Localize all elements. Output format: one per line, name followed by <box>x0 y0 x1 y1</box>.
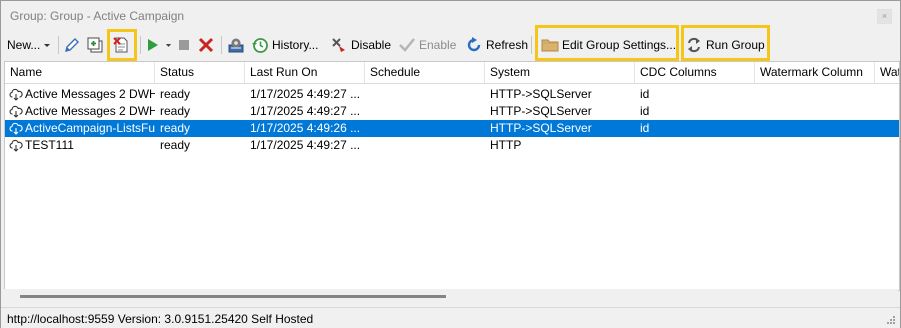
run-group-arrows-icon <box>688 37 700 53</box>
server-settings-icon <box>228 38 244 53</box>
configure-button[interactable] <box>227 31 245 59</box>
column-header-name[interactable]: Name <box>5 62 155 83</box>
cell-cdc-columns <box>640 137 755 154</box>
cell-name: Active Messages 2 DWH <box>25 87 155 101</box>
stop-button[interactable] <box>175 31 193 59</box>
resize-grip-icon[interactable] <box>886 315 896 325</box>
delete-document-button[interactable] <box>112 31 130 59</box>
cell-system: HTTP->SQLServer <box>490 121 592 135</box>
refresh-icon <box>467 37 481 52</box>
cell-status: ready <box>160 87 191 101</box>
toolbar-separator <box>221 36 222 54</box>
edit-group-settings-label: Edit Group Settings... <box>562 38 677 52</box>
packages-grid[interactable]: Name Status Last Run On Schedule System … <box>4 61 900 291</box>
run-button[interactable] <box>144 31 172 59</box>
cell-system: HTTP->SQLServer <box>490 104 592 118</box>
cell-schedule <box>370 86 485 103</box>
cell-cdc-columns: id <box>640 104 650 118</box>
edit-button[interactable] <box>63 31 81 59</box>
table-row[interactable]: ActiveCampaign-ListsFull ready 1/17/2025 4… <box>5 120 899 137</box>
window-title: Group: Group - Active Campaign <box>10 9 185 23</box>
table-row[interactable]: Active Messages 2 DWH ready 1/17/2025 4:49… <box>5 86 899 103</box>
folder-icon <box>541 39 559 52</box>
disable-icon <box>332 38 345 52</box>
history-label: History... <box>272 38 319 52</box>
column-header-wat[interactable]: Wat <box>875 62 899 83</box>
grid-header: Name Status Last Run On Schedule System … <box>5 62 899 84</box>
delete-document-icon <box>113 37 128 53</box>
column-header-last-run-on[interactable]: Last Run On <box>245 62 365 83</box>
horizontal-scrollbar[interactable] <box>4 289 898 303</box>
toolbar-separator <box>140 36 141 54</box>
history-clock-icon <box>252 38 268 53</box>
close-button[interactable]: × <box>877 9 892 24</box>
new-label: New... <box>7 38 41 52</box>
cell-name: Active Messages 2 DWH2 <box>25 104 155 118</box>
table-row[interactable]: Active Messages 2 DWH2 ready 1/17/2025 4:4… <box>5 103 899 120</box>
enable-check-icon <box>399 38 415 52</box>
cell-cdc-columns: id <box>640 87 650 101</box>
column-header-cdc-columns[interactable]: CDC Columns <box>635 62 755 83</box>
pencil-icon <box>65 38 79 52</box>
enable-button[interactable]: Enable <box>398 31 456 59</box>
cell-last-run-on: 1/17/2025 4:49:26 ... <box>250 121 361 135</box>
cell-name: ActiveCampaign-ListsFull <box>25 121 155 135</box>
run-group-button[interactable]: Run Group <box>685 31 765 59</box>
status-bar: http://localhost:9559 Version: 3.0.9151.… <box>1 307 900 328</box>
toolbar-separator <box>58 36 59 54</box>
column-header-system[interactable]: System <box>485 62 635 83</box>
scrollbar-thumb[interactable] <box>20 295 446 298</box>
cell-schedule <box>370 120 485 137</box>
refresh-button[interactable]: Refresh <box>465 31 528 59</box>
run-dropdown-arrow-icon[interactable] <box>165 41 172 49</box>
cell-last-run-on: 1/17/2025 4:49:27 ... <box>250 87 361 101</box>
disable-button[interactable]: Disable <box>330 31 391 59</box>
column-header-schedule[interactable]: Schedule <box>365 62 485 83</box>
red-x-icon <box>198 37 214 53</box>
cell-status: ready <box>160 138 191 152</box>
add-copy-icon <box>87 37 103 53</box>
toolbar-separator <box>531 36 532 54</box>
play-icon <box>148 39 158 51</box>
column-header-status[interactable]: Status <box>155 62 245 83</box>
cell-status: ready <box>160 121 191 135</box>
status-text: http://localhost:9559 Version: 3.0.9151.… <box>7 312 314 326</box>
cancel-button[interactable] <box>197 31 215 59</box>
dropdown-arrow-icon <box>44 44 51 47</box>
cell-status: ready <box>160 104 191 118</box>
refresh-label: Refresh <box>486 38 529 52</box>
cell-schedule <box>370 103 485 120</box>
cell-last-run-on: 1/17/2025 4:49:27 ... <box>250 138 361 152</box>
add-copy-button[interactable] <box>86 31 104 59</box>
cell-cdc-columns: id <box>640 121 650 135</box>
new-button[interactable]: New... <box>7 31 51 59</box>
cell-system: HTTP <box>490 138 522 152</box>
cell-system: HTTP->SQLServer <box>490 87 592 101</box>
stop-icon <box>179 40 189 50</box>
history-button[interactable]: History... <box>251 31 318 59</box>
cell-name: TEST111 <box>25 138 74 152</box>
cell-schedule <box>370 137 485 154</box>
disable-label: Disable <box>351 38 392 52</box>
enable-label: Enable <box>419 38 457 52</box>
table-row[interactable]: TEST111 ready 1/17/2025 4:49:27 ... HTTP <box>5 137 899 154</box>
column-header-watermark-column[interactable]: Watermark Column <box>755 62 875 83</box>
edit-group-settings-button[interactable]: Edit Group Settings... <box>541 31 676 59</box>
cell-last-run-on: 1/17/2025 4:49:27 ... <box>250 104 361 118</box>
run-group-label: Run Group <box>706 38 765 52</box>
toolbar: New... History... Disable Enable Refresh… <box>1 25 900 61</box>
group-window: Group: Group - Active Campaign × New... <box>0 0 901 328</box>
